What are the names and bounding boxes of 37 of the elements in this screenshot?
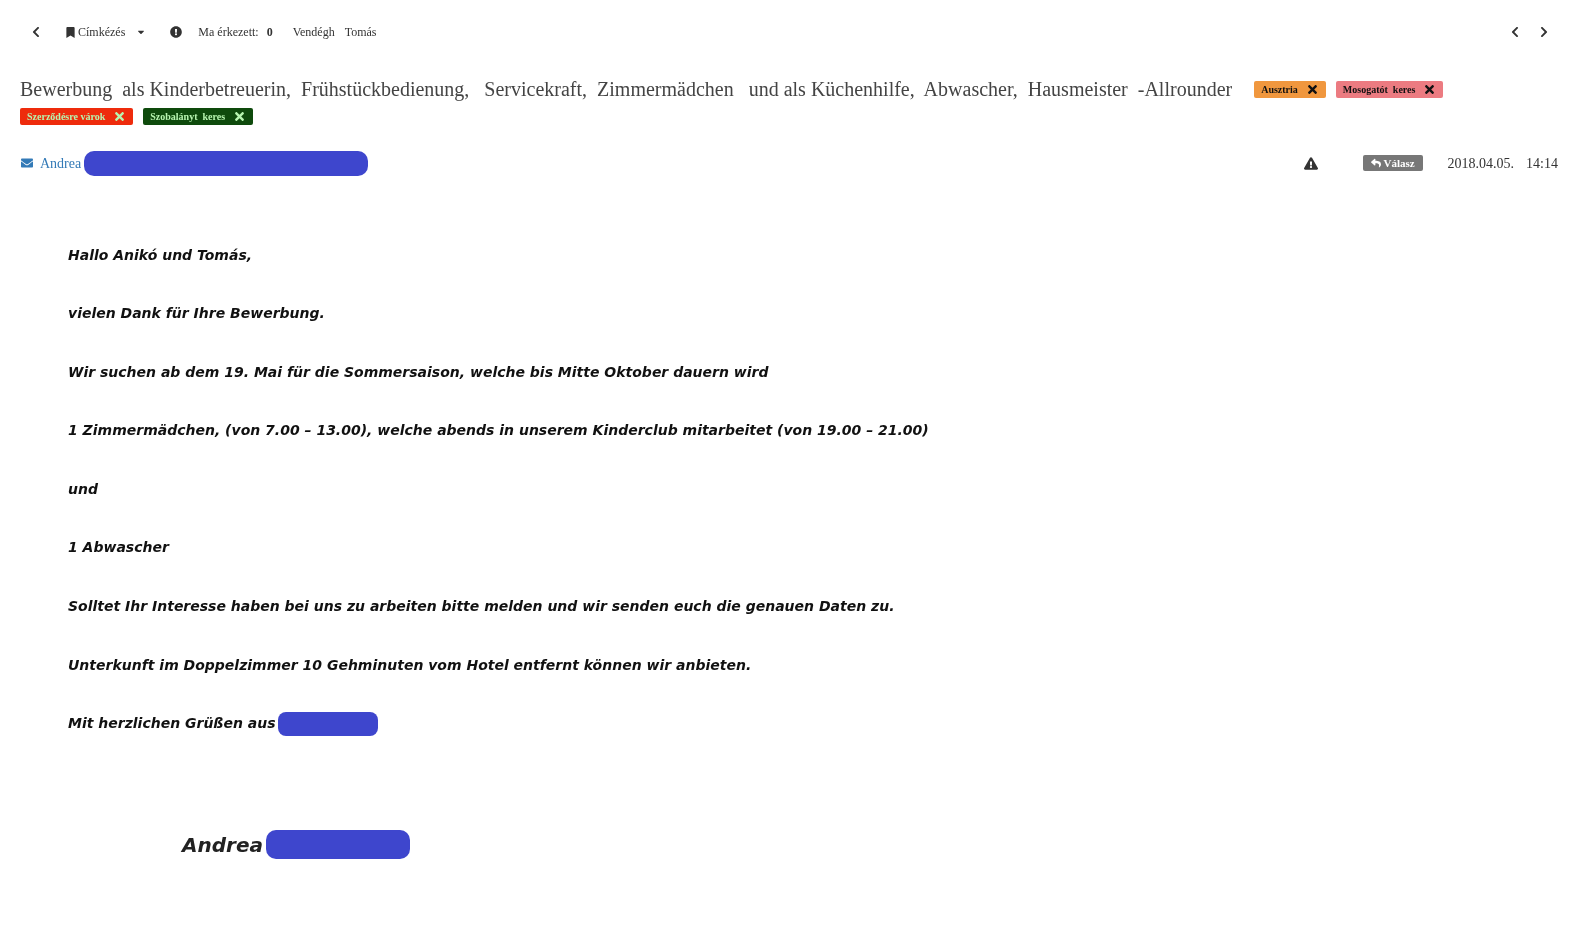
sender-link[interactable]: Andrea [40,152,82,174]
message-paragraph: und [68,479,98,499]
remove-tag-icon[interactable] [1423,82,1437,96]
message-paragraph: vielen Dank für Ihre Bewerbung. [68,304,325,324]
remove-tag-icon[interactable] [1305,82,1319,96]
tag: Szerződésre várok [20,108,134,125]
message-date: 2018.04.05. [1447,154,1515,173]
reply-icon [1371,158,1382,168]
chevron-left-icon [1509,26,1521,38]
previous-button[interactable] [1509,26,1521,38]
message-paragraph: Mit herzlichen Grüßen aus [68,714,276,734]
warning-icon[interactable] [1304,156,1319,170]
message-paragraph: Hallo Anikó und Tomás, [68,245,253,265]
message-subject: Bewerbung als Kinderbetreuerin, Frühstückbedienung, Servicekraft, Zimmermädchen und als Küchenhilfe, Abwascher, Hausmeister -Allrounder [20,77,1233,103]
message-paragraph: 1 Zimmermädchen, (von 7.00 – 13.00), welche abends in unserem Kinderclub mitarbeitet (von 19.00 – 21.00) [68,421,929,441]
info-icon[interactable] [170,26,183,38]
message-paragraph: Solltet Ihr Interesse haben bei uns zu arbeiten bitte melden und wir senden euch die genauen Daten zu. [68,597,895,617]
envelope-icon [20,157,34,169]
message-paragraph: Wir suchen ab dem 19. Mai für die Sommersaison, welche bis Mitte Oktober dauern wird [68,362,769,382]
message-paragraph: Unterkunft im Doppelzimmer 10 Gehminuten vom Hotel entfernt können wir anbieten. [68,655,752,675]
remove-tag-icon[interactable] [233,110,247,123]
label-menu-button[interactable]: Címkézés [66,23,147,41]
bookmark-icon [66,26,75,38]
reply-button[interactable]: Válasz [1363,155,1423,171]
arrived-label: Ma érkezett: [198,24,259,41]
next-button[interactable] [1538,26,1550,38]
arrived-count: 0 [266,24,273,41]
tag: Mosogatót keres [1335,80,1444,98]
tag: Ausztria [1254,80,1326,98]
message-time: 14:14 [1526,154,1558,173]
chevron-right-icon [1538,26,1550,38]
tag: Szobalányt keres [143,108,254,125]
signature: Andrea [182,831,263,859]
message-paragraph: 1 Abwascher [68,538,169,558]
chevron-left-icon [30,26,42,38]
guest-name: Tomás [344,24,377,41]
guest-label: Vendégh [292,24,335,41]
